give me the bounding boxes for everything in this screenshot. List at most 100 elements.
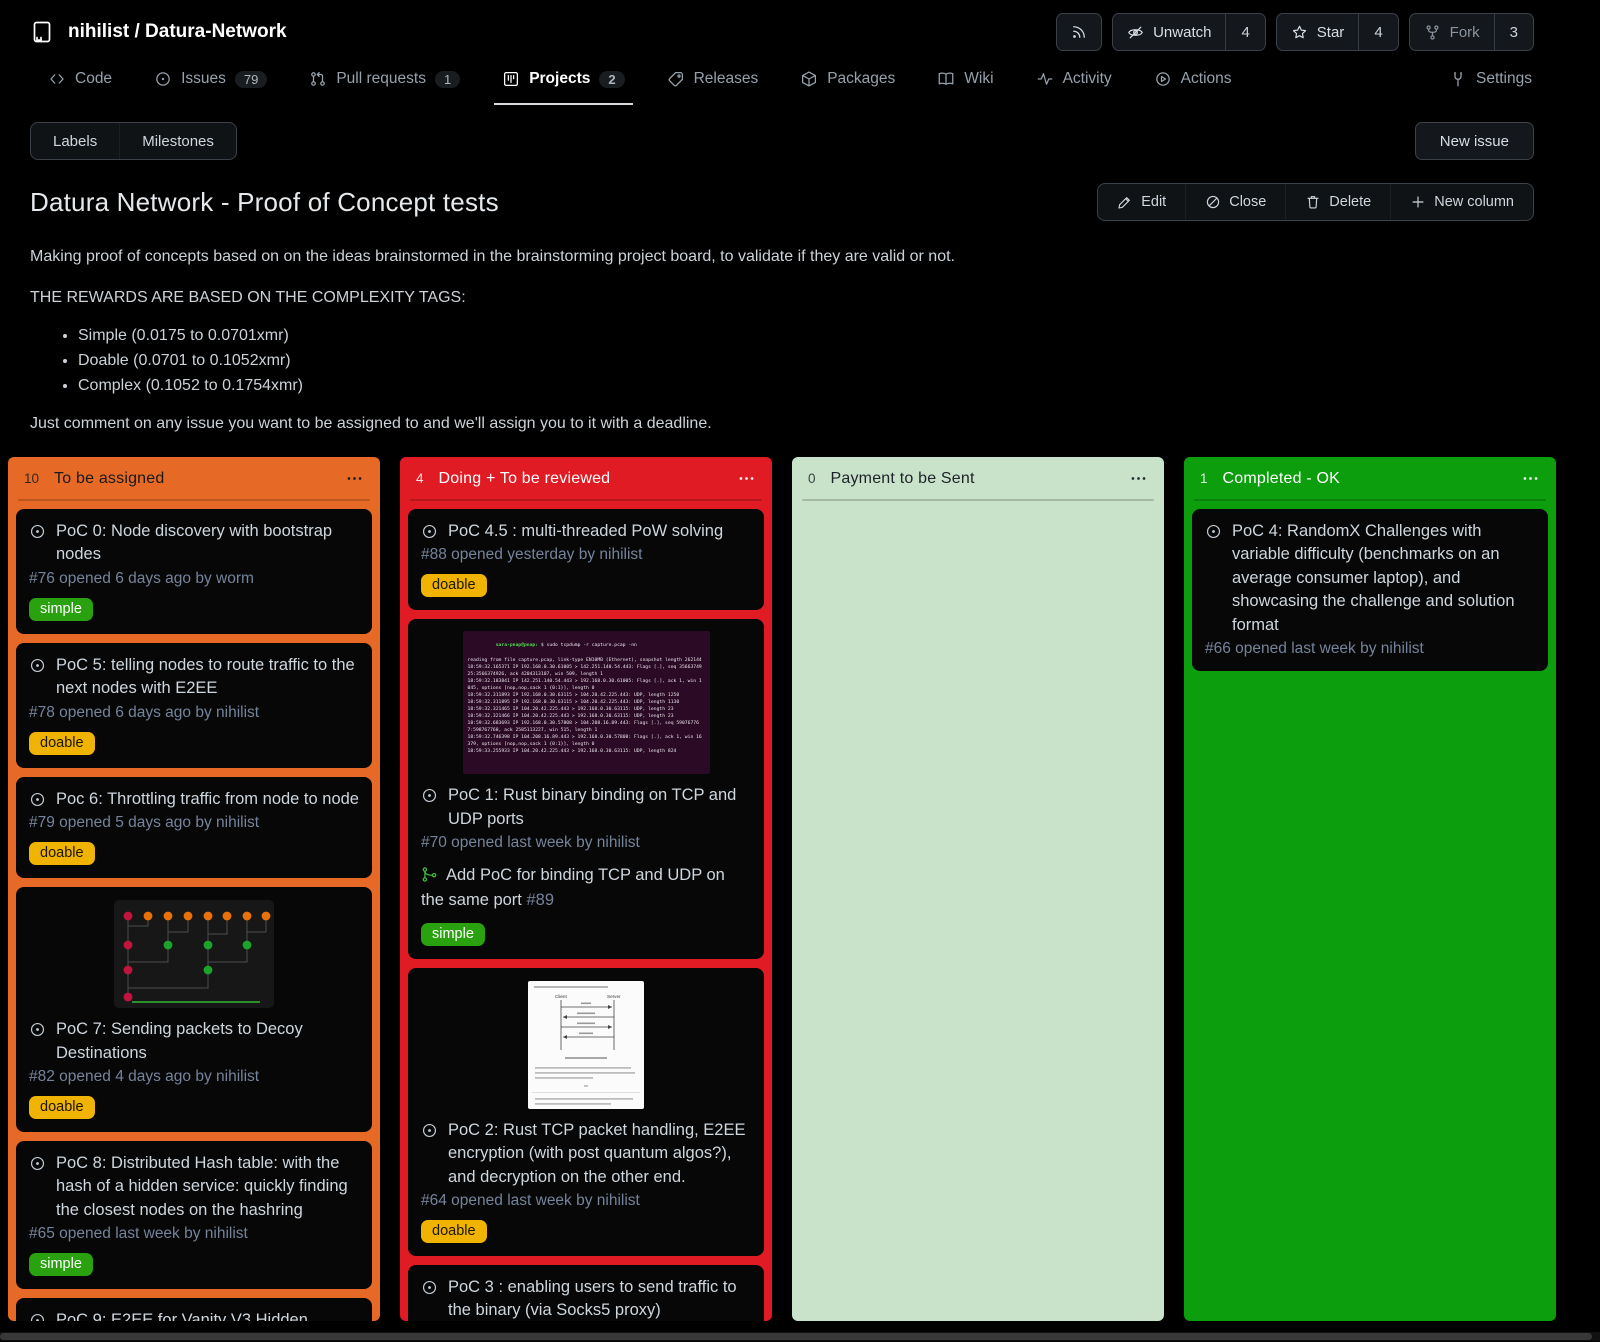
column-menu-icon[interactable]	[1129, 469, 1148, 488]
issue-card[interactable]: Client Server	[408, 968, 764, 1256]
git-merge-icon	[421, 866, 438, 883]
repo-tabs: Code Issues 79 Pull requests 1 Projects …	[46, 58, 1234, 105]
paper-diagram-image: Client Server	[528, 981, 644, 1109]
label-chip[interactable]: simple	[29, 598, 93, 621]
issue-meta: #66 opened last week by nihilist	[1205, 640, 1535, 658]
label-chip[interactable]: simple	[421, 923, 485, 946]
issue-card[interactable]: PoC 4: RandomX Challenges with variable …	[1192, 509, 1548, 671]
issue-meta: #64 opened last week by nihilist	[421, 1192, 751, 1210]
issue-card[interactable]: PoC 0: Node discovery with bootstrap nod…	[16, 509, 372, 634]
issue-meta: #70 opened last week by nihilist	[421, 834, 751, 852]
column-count: 4	[416, 471, 424, 486]
column-payment: 0 Payment to be Sent	[792, 457, 1164, 1321]
issue-title: PoC 4: RandomX Challenges with variable …	[1232, 520, 1535, 637]
settings-icon	[1449, 70, 1467, 88]
issue-card[interactable]: sara-pnap@pnap: $ sudo tcpdump -r captur…	[408, 619, 764, 958]
rss-icon	[1070, 23, 1088, 41]
repo-name[interactable]: nihilist / Datura-Network	[68, 21, 287, 43]
issue-title: PoC 5: telling nodes to route traffic to…	[56, 654, 359, 701]
label-chip[interactable]: simple	[29, 1253, 93, 1276]
star-button[interactable]: Star	[1277, 14, 1359, 50]
close-button[interactable]: Close	[1185, 184, 1285, 220]
fork-button-group: Fork 3	[1409, 13, 1534, 51]
issue-meta: #88 opened yesterday by nihilist	[421, 546, 751, 564]
wiki-book-icon	[937, 70, 955, 88]
star-icon	[1291, 24, 1308, 41]
issue-title: PoC 7: Sending packets to Decoy Destinat…	[56, 1018, 359, 1065]
project-description: Making proof of concepts based on on the…	[0, 248, 1600, 433]
tab-activity[interactable]: Activity	[1034, 58, 1114, 105]
play-circle-icon	[1154, 70, 1172, 88]
tab-code[interactable]: Code	[46, 58, 114, 105]
tab-wiki[interactable]: Wiki	[935, 58, 995, 105]
issue-meta: #82 opened 4 days ago by nihilist	[29, 1068, 359, 1086]
label-chip[interactable]: doable	[421, 574, 487, 597]
fork-button[interactable]: Fork	[1410, 14, 1494, 50]
column-count: 10	[24, 471, 39, 486]
column-menu-icon[interactable]	[1521, 469, 1540, 488]
star-count[interactable]: 4	[1358, 14, 1397, 50]
watch-count[interactable]: 4	[1225, 14, 1264, 50]
issue-open-icon	[421, 1122, 438, 1139]
column-cards: PoC 4: RandomX Challenges with variable …	[1184, 501, 1556, 1321]
issue-card[interactable]: PoC 7: Sending packets to Decoy Destinat…	[16, 887, 372, 1132]
issue-card[interactable]: PoC 8: Distributed Hash table: with the …	[16, 1141, 372, 1289]
issues-count: 79	[235, 71, 267, 88]
column-header: 4 Doing + To be reviewed	[400, 457, 772, 498]
network-graph-image	[114, 900, 274, 1008]
column-cards	[792, 501, 1164, 1321]
pencil-icon	[1117, 194, 1133, 210]
package-icon	[800, 70, 818, 88]
column-doing: 4 Doing + To be reviewed PoC 4.5 : multi…	[400, 457, 772, 1321]
labels-button[interactable]: Labels	[31, 123, 119, 159]
issue-meta: #76 opened 6 days ago by worm	[29, 570, 359, 588]
label-chip[interactable]: doable	[29, 732, 95, 755]
column-menu-icon[interactable]	[345, 469, 364, 488]
issue-title: PoC 2: Rust TCP packet handling, E2EE en…	[448, 1119, 751, 1189]
projects-icon	[502, 70, 520, 88]
column-header: 0 Payment to be Sent	[792, 457, 1164, 498]
rss-button[interactable]	[1056, 13, 1102, 51]
reward-item: Complex (0.1052 to 0.1754xmr)	[78, 377, 1534, 394]
rewards-list: Simple (0.0175 to 0.0701xmr) Doable (0.0…	[60, 327, 1534, 394]
edit-button[interactable]: Edit	[1098, 184, 1185, 220]
delete-button[interactable]: Delete	[1285, 184, 1390, 220]
column-menu-icon[interactable]	[737, 469, 756, 488]
description-text: Making proof of concepts based on on the…	[30, 248, 1534, 266]
tab-packages[interactable]: Packages	[798, 58, 897, 105]
tab-issues[interactable]: Issues 79	[152, 58, 269, 105]
milestones-button[interactable]: Milestones	[119, 123, 236, 159]
new-issue-button[interactable]: New issue	[1415, 122, 1534, 160]
column-title: To be assigned	[54, 470, 164, 488]
issue-card[interactable]: PoC 3 : enabling users to send traffic t…	[408, 1265, 764, 1321]
new-column-button[interactable]: New column	[1390, 184, 1533, 220]
issue-open-icon	[29, 1021, 46, 1038]
issue-card[interactable]: PoC 5: telling nodes to route traffic to…	[16, 643, 372, 768]
unwatch-button[interactable]: Unwatch	[1113, 14, 1225, 50]
scrollbar-thumb[interactable]	[0, 1333, 1592, 1340]
tab-settings[interactable]: Settings	[1447, 58, 1534, 105]
issue-meta: #78 opened 6 days ago by nihilist	[29, 704, 359, 722]
issue-card[interactable]: Poc 6: Throttling traffic from node to n…	[16, 777, 372, 878]
label-chip[interactable]: doable	[29, 1096, 95, 1119]
horizontal-scrollbar[interactable]	[0, 1332, 1600, 1341]
tab-actions[interactable]: Actions	[1152, 58, 1234, 105]
issue-card[interactable]: PoC 4.5 : multi-threaded PoW solving #88…	[408, 509, 764, 610]
issue-card[interactable]: PoC 9: E2EE for Vanity V3 Hidden	[16, 1298, 372, 1321]
reward-item: Simple (0.0175 to 0.0701xmr)	[78, 327, 1534, 344]
tab-projects[interactable]: Projects 2	[500, 58, 626, 105]
tab-releases[interactable]: Releases	[665, 58, 761, 105]
star-button-group: Star 4	[1276, 13, 1399, 51]
project-title: Datura Network - Proof of Concept tests	[30, 187, 499, 218]
label-chip[interactable]: doable	[421, 1220, 487, 1243]
repo-book-icon	[30, 20, 54, 44]
pull-request-icon	[309, 70, 327, 88]
fork-count[interactable]: 3	[1494, 14, 1533, 50]
linked-pull-request[interactable]: Add PoC for binding TCP and UDP on the s…	[421, 863, 751, 913]
plus-icon	[1410, 194, 1426, 210]
projects-count: 2	[599, 71, 624, 88]
activity-icon	[1036, 70, 1054, 88]
tab-pull-requests[interactable]: Pull requests 1	[307, 58, 462, 105]
terminal-screenshot: sara-pnap@pnap: $ sudo tcpdump -r captur…	[463, 631, 710, 774]
label-chip[interactable]: doable	[29, 842, 95, 865]
